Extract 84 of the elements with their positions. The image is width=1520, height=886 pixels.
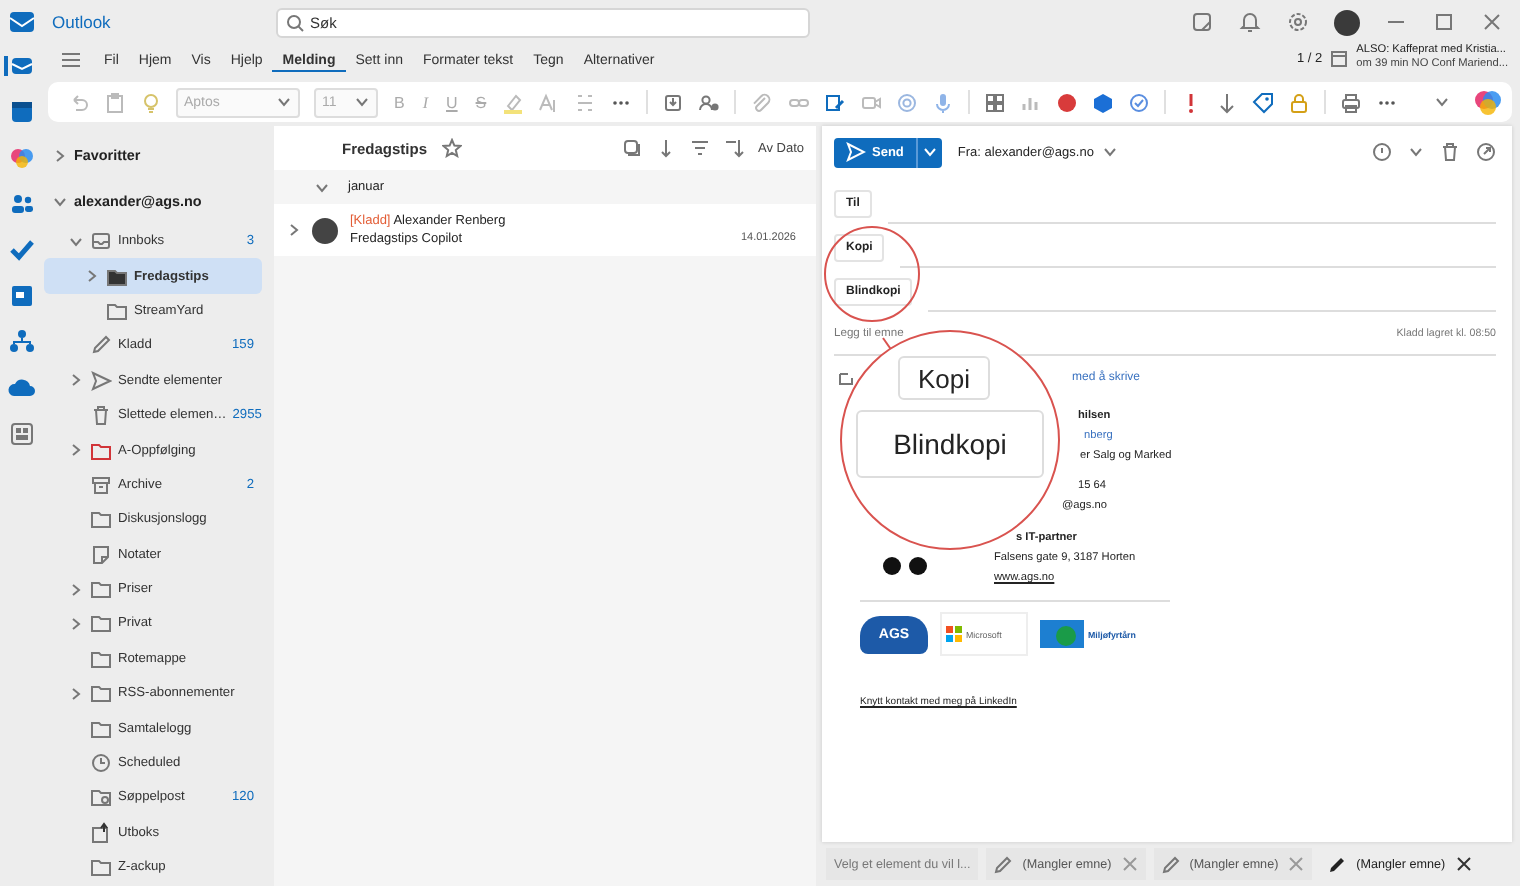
menu-icon[interactable] (60, 50, 82, 70)
folder-icon (90, 682, 112, 705)
lock-icon[interactable] (1288, 91, 1311, 113)
folder-icon (90, 717, 112, 740)
trash-icon (90, 404, 112, 427)
apps-icon[interactable] (8, 420, 36, 448)
chevron-right-icon[interactable] (68, 442, 84, 459)
send-icon (846, 142, 866, 162)
calendar-icon (1330, 49, 1349, 67)
send-options-button[interactable] (915, 137, 942, 167)
folder-icon (106, 265, 128, 288)
star-icon[interactable] (441, 138, 462, 158)
folder-icon (90, 578, 112, 601)
clock-icon (90, 752, 112, 775)
chevron-down-icon[interactable] (1434, 94, 1450, 110)
pencil-icon (1328, 855, 1347, 873)
copilot-icon[interactable] (8, 144, 36, 172)
search-icon (286, 13, 304, 31)
folder-icon (90, 508, 112, 531)
settings-icon[interactable] (1286, 10, 1310, 34)
junk-folder-icon (90, 786, 112, 809)
note-icon (90, 543, 112, 566)
highlight-circle-overlay (824, 226, 920, 322)
pencil-icon (1161, 855, 1180, 873)
cube-icon[interactable] (1092, 91, 1115, 113)
folder-icon (90, 612, 112, 635)
close-icon[interactable] (1455, 856, 1472, 872)
maximize-icon[interactable] (1432, 10, 1456, 34)
checkmark-icon[interactable] (8, 236, 36, 264)
chevron-down-icon[interactable] (68, 233, 84, 250)
select-icon[interactable] (621, 138, 642, 158)
outbox-icon (90, 821, 112, 844)
signature-icon[interactable] (824, 91, 847, 113)
calendar-icon[interactable] (8, 282, 36, 310)
people-icon[interactable] (8, 190, 36, 218)
cloud-icon[interactable] (8, 374, 36, 402)
pencil-icon (90, 334, 112, 357)
chevron-down-icon[interactable] (314, 179, 330, 195)
arrow-down-icon[interactable] (655, 138, 676, 158)
calendar-icon[interactable] (8, 98, 36, 126)
bell-icon[interactable] (1238, 10, 1262, 34)
pencil-icon (994, 855, 1013, 873)
chevron-right-icon[interactable] (286, 222, 302, 238)
chevron-right-icon[interactable] (68, 685, 84, 702)
inbox-icon (90, 230, 112, 253)
circle-icon[interactable] (1056, 91, 1079, 113)
people-icon[interactable] (698, 91, 721, 113)
folder-icon (90, 856, 112, 879)
avatar (312, 217, 338, 243)
arrow-down-icon[interactable] (1216, 91, 1239, 113)
folder-icon (106, 299, 128, 322)
app-title: Outlook (52, 12, 111, 32)
notes-icon[interactable] (1190, 10, 1214, 34)
trash-icon[interactable] (1440, 142, 1460, 162)
chevron-down-icon[interactable] (52, 193, 68, 209)
filter-icon[interactable] (689, 138, 710, 158)
folder-icon (90, 647, 112, 670)
send-icon (90, 369, 112, 392)
chevron-right-icon[interactable] (84, 268, 100, 285)
clipboard-icon[interactable] (104, 91, 126, 113)
chevron-down-icon[interactable] (354, 94, 370, 110)
tag-icon[interactable] (1252, 91, 1275, 113)
copilot-icon[interactable] (1472, 86, 1504, 118)
mail-icon[interactable] (8, 52, 36, 80)
chevron-down-icon (921, 144, 938, 160)
checkmark-circle-icon[interactable] (1128, 91, 1151, 113)
mail-app-icon (8, 10, 36, 34)
chevron-down-icon[interactable] (1408, 144, 1424, 160)
copilot-draft-icon[interactable] (836, 368, 856, 388)
paperclip-icon[interactable] (750, 91, 775, 113)
chevron-down-icon[interactable] (276, 94, 292, 110)
sort-icon[interactable] (723, 138, 744, 158)
avatar[interactable] (1334, 9, 1360, 35)
printer-icon[interactable] (1340, 91, 1363, 113)
pop-out-icon[interactable] (1476, 142, 1496, 162)
save-icon[interactable] (662, 91, 685, 113)
chevron-right-icon[interactable] (52, 147, 68, 163)
chevron-right-icon[interactable] (68, 372, 84, 389)
importance-icon[interactable] (1372, 142, 1392, 162)
windows-logo-icon (946, 626, 962, 642)
archive-icon (90, 473, 112, 496)
apps-icon[interactable] (984, 91, 1007, 113)
org-chart-icon[interactable] (8, 328, 36, 356)
chevron-down-icon[interactable] (1101, 144, 1118, 160)
